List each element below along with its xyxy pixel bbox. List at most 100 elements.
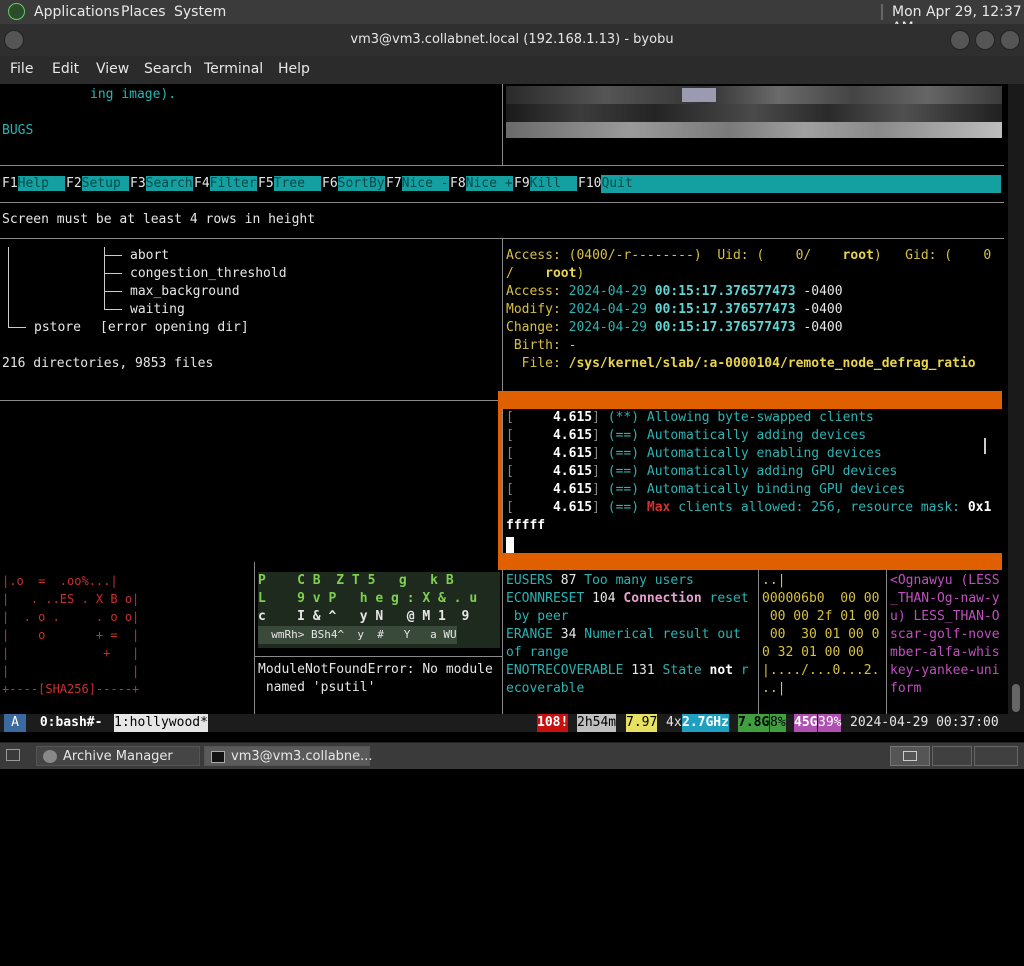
xorg-log-pane[interactable]: [ 4.615] (**) Allowing byte-swapped clie…: [506, 409, 1002, 553]
pane-divider: [758, 570, 759, 714]
htop-key-f9[interactable]: F9Kill: [514, 175, 577, 193]
pane-divider: [254, 656, 502, 657]
window-title: vm3@vm3.collabnet.local (192.168.1.13) -…: [350, 32, 674, 47]
window-tab-hollywood[interactable]: 1:hollywood*: [114, 714, 208, 732]
pane-divider: [254, 562, 255, 714]
cpu-count: 4x: [666, 715, 682, 730]
window-titlebar[interactable]: vm3@vm3.collabnet.local (192.168.1.13) -…: [0, 24, 1024, 56]
tree-error: [error opening dir]: [100, 320, 249, 335]
stat-birth: Birth: -: [506, 338, 577, 353]
applications-menu[interactable]: Applications: [34, 4, 120, 20]
tree-summary: 216 directories, 9853 files: [2, 356, 214, 371]
disk-total: 45G: [794, 714, 818, 732]
terminal-area[interactable]: ing image). BUGS F1Help F2Setup F3Search…: [0, 84, 1024, 714]
menu-view[interactable]: View: [96, 61, 129, 77]
terminal-icon: [211, 751, 225, 763]
active-pane-border-left: [498, 391, 502, 570]
load-average: 7.97: [626, 714, 658, 732]
uptime: 2h54m: [577, 714, 617, 732]
log-line: [ 4.615] (==) Automatically enabling dev…: [506, 446, 882, 461]
menu-help[interactable]: Help: [278, 61, 310, 77]
log-line: [ 4.615] (==) Automatically binding GPU …: [506, 482, 906, 497]
stat-file: File: /sys/kernel/slab/:a-0000104/remote…: [506, 356, 976, 371]
menu-terminal[interactable]: Terminal: [204, 61, 263, 77]
workspace-switcher-2[interactable]: [932, 746, 972, 766]
pane-divider: [0, 165, 1004, 166]
man-section-heading: BUGS: [2, 123, 34, 138]
hexdump-pane: ..| 000006b0 00 00 00 00 2f 01 00 00 30 …: [762, 573, 880, 696]
archive-icon: [43, 750, 57, 763]
status-datetime: 2024-04-29 00:37:00: [850, 715, 999, 730]
cpu-frequency: 2.7GHz: [682, 714, 729, 732]
log-line-cont: fffff: [506, 518, 546, 533]
active-pane-border-bottom: [498, 553, 1002, 570]
htop-key-f7[interactable]: F7Nice -: [386, 175, 449, 193]
panel-separator: [881, 4, 883, 20]
tree-item: congestion_threshold: [130, 266, 287, 281]
active-pane-border-top: [498, 391, 1002, 409]
tree-item: max_background: [130, 284, 240, 299]
htop-key-f10[interactable]: F10Quit: [578, 175, 1002, 193]
log-line: [ 4.615] (==) Automatically adding GPU d…: [506, 464, 898, 479]
htop-key-f3[interactable]: F3Search: [130, 175, 193, 193]
nato-phonetic-pane: <Ognawyu (LESS _THAN-Og-naw-y u) LESS_TH…: [890, 573, 1000, 696]
taskbar-archive-manager[interactable]: Archive Manager: [36, 746, 200, 766]
maximize-button[interactable]: [975, 30, 995, 50]
htop-key-f1[interactable]: F1Help: [2, 175, 65, 193]
terminal-menubar: File Edit View Search Terminal Help: [0, 56, 1024, 84]
ssh-randomart-pane: |.o = .oo%...| | . ..ES . X B o| | . o .…: [2, 574, 140, 696]
pane-divider: [502, 238, 503, 714]
window-tab-bash[interactable]: 0:bash#-: [32, 714, 111, 732]
pane-divider: [0, 400, 502, 401]
matrix-chars-pane: P C B Z T 5 g k B L 9 v P h e g : X & . …: [258, 572, 500, 648]
workspace-switcher[interactable]: [890, 746, 930, 766]
screen-size-message: Screen must be at least 4 rows in height: [2, 212, 316, 227]
updates-available: 108!: [537, 714, 569, 732]
terminal-scrollbar[interactable]: [1008, 84, 1024, 714]
tree-item-pstore: pstore: [34, 320, 81, 335]
pane-divider: [886, 570, 887, 714]
memory-percent: 8%: [770, 714, 786, 732]
htop-key-f2[interactable]: F2Setup: [66, 175, 129, 193]
text-cursor-icon: [984, 438, 986, 454]
workspace-switcher-3[interactable]: [974, 746, 1018, 766]
python-error-line: ModuleNotFoundError: No module: [258, 662, 493, 677]
tree-item: abort: [130, 248, 170, 263]
close-button[interactable]: [1000, 30, 1020, 50]
htop-key-f5[interactable]: F5Tree: [258, 175, 321, 193]
stat-gid-user: root: [545, 266, 577, 281]
pane-divider: [502, 84, 503, 165]
places-menu[interactable]: Places: [121, 4, 166, 20]
htop-key-f8[interactable]: F8Nice +: [450, 175, 513, 193]
log-line: [ 4.615] (==) Automatically adding devic…: [506, 428, 867, 443]
tree-item: waiting: [130, 302, 185, 317]
distro-logo-icon[interactable]: [8, 3, 25, 20]
scrollbar-thumb[interactable]: [1012, 684, 1020, 712]
htop-key-f6[interactable]: F6SortBy: [322, 175, 385, 193]
stat-pane: Access: (0400/-r--------) Uid: ( 0/ root…: [506, 248, 992, 371]
memory-total: 7.8G: [738, 714, 770, 732]
log-line: [ 4.615] (**) Allowing byte-swapped clie…: [506, 410, 874, 425]
errno-pane: EUSERS 87 Too many users ECONNRESET 104 …: [506, 573, 749, 696]
pane-divider: [0, 202, 1004, 203]
menu-search[interactable]: Search: [144, 61, 192, 77]
htop-key-f4[interactable]: F4Filter: [194, 175, 257, 193]
log-line: [ 4.615] (==) Max clients allowed: 256, …: [506, 500, 992, 515]
byobu-logo-badge: A: [4, 714, 26, 732]
menu-edit[interactable]: Edit: [52, 61, 79, 77]
tree-pane: abort congestion_threshold max_backgroun…: [0, 238, 502, 400]
system-menu[interactable]: System: [174, 4, 226, 20]
ascii-image-preview: [506, 86, 1002, 138]
man-text-line: ing image).: [90, 87, 177, 102]
python-error-line: named 'psutil': [258, 680, 376, 695]
byobu-status-bar: A 0:bash#- 1:hollywood* 108! 2h54m 7.97 …: [0, 714, 1024, 732]
stat-change-time: Change: 2024-04-29 00:15:17.376577473 -0…: [506, 320, 843, 335]
top-panel: Applications Places System Mon Apr 29, 1…: [0, 0, 1024, 36]
minimize-button[interactable]: [950, 30, 970, 50]
menu-file[interactable]: File: [10, 61, 33, 77]
disk-percent: 39%: [818, 714, 842, 732]
show-desktop-icon[interactable]: [6, 749, 20, 761]
taskbar-terminal[interactable]: vm3@vm3.collabne...: [204, 746, 373, 766]
bottom-taskbar: Archive Manager vm3@vm3.collabne...: [0, 742, 1024, 769]
stat-uid-user: root: [842, 248, 874, 263]
